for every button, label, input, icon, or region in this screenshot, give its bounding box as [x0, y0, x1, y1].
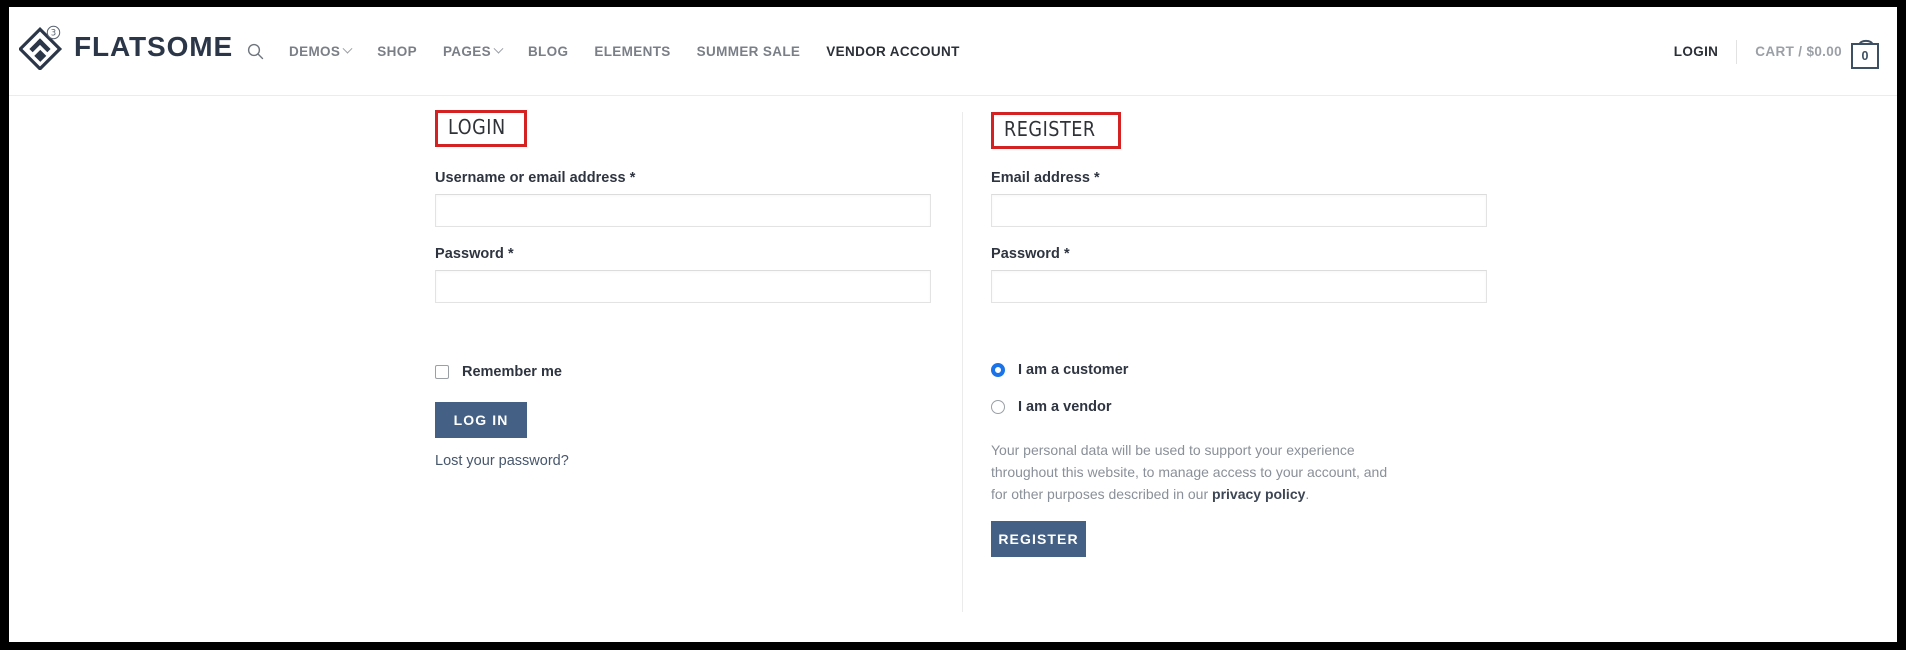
nav-item-label: ELEMENTS	[594, 44, 671, 59]
nav-item-label: DEMOS	[289, 44, 341, 59]
account-type-customer-label: I am a customer	[1018, 362, 1129, 378]
site-header: 3 FLATSOME DEMOS SHOP PAGES BLOG ELEMENT…	[9, 7, 1897, 96]
login-title: LOGIN	[448, 115, 506, 139]
annotation-box-login: LOGIN	[435, 110, 527, 147]
account-page-content: LOGIN Username or email address * Passwo…	[9, 96, 1897, 642]
account-type-customer-radio[interactable]	[991, 363, 1005, 377]
account-type-customer-row[interactable]: I am a customer	[991, 362, 1128, 378]
logo-badge-number: 3	[51, 29, 56, 39]
browser-frame: 3 FLATSOME DEMOS SHOP PAGES BLOG ELEMENT…	[0, 0, 1906, 650]
log-in-button[interactable]: LOG IN	[435, 402, 527, 438]
annotation-box-register: REGISTER	[991, 112, 1122, 149]
nav-item-label: SUMMER SALE	[696, 44, 801, 59]
page-root: 3 FLATSOME DEMOS SHOP PAGES BLOG ELEMENT…	[9, 7, 1897, 642]
column-divider	[962, 112, 963, 612]
search-icon	[247, 43, 264, 60]
email-field-group: Email address *	[991, 170, 1487, 227]
shopping-bag-icon: 0	[1851, 35, 1881, 69]
brand-name: FLATSOME	[74, 31, 234, 62]
nav-item-label: SHOP	[377, 44, 417, 59]
login-password-input[interactable]	[435, 270, 931, 303]
cart-total-label: CART / $0.00	[1755, 44, 1842, 59]
register-password-field-group: Password *	[991, 246, 1487, 303]
flatsome-diamond-logo-icon: 3	[19, 25, 63, 70]
privacy-policy-text: Your personal data will be used to suppo…	[991, 442, 1388, 503]
register-title: REGISTER	[1004, 117, 1096, 141]
account-type-vendor-label: I am a vendor	[1018, 399, 1112, 415]
account-type-vendor-row[interactable]: I am a vendor	[991, 399, 1128, 415]
nav-item-elements[interactable]: ELEMENTS	[581, 44, 683, 59]
remember-me-label: Remember me	[462, 364, 562, 380]
nav-item-label: BLOG	[527, 44, 569, 59]
login-password-field-group: Password *	[435, 246, 931, 303]
register-button[interactable]: REGISTER	[991, 521, 1086, 557]
nav-item-blog[interactable]: BLOG	[515, 44, 581, 59]
nav-item-summer-sale[interactable]: SUMMER SALE	[684, 44, 814, 59]
nav-item-demos[interactable]: DEMOS	[276, 43, 364, 59]
nav-item-pages[interactable]: PAGES	[430, 43, 515, 59]
register-password-input[interactable]	[991, 270, 1487, 303]
header-actions: LOGIN CART / $0.00 0	[1656, 7, 1885, 96]
register-password-label: Password *	[991, 246, 1070, 262]
search-button[interactable]	[247, 43, 276, 60]
chevron-down-icon	[493, 43, 504, 54]
privacy-policy-note: Your personal data will be used to suppo…	[991, 439, 1403, 505]
account-type-vendor-radio[interactable]	[991, 400, 1005, 414]
cart-count-badge: 0	[1851, 42, 1879, 69]
email-input[interactable]	[991, 194, 1487, 227]
username-field-group: Username or email address *	[435, 170, 931, 227]
username-label: Username or email address *	[435, 170, 636, 186]
lost-password-link[interactable]: Lost your password?	[435, 453, 569, 469]
cart-button[interactable]: CART / $0.00 0	[1737, 35, 1885, 69]
nav-item-label: PAGES	[442, 44, 491, 59]
remember-me-checkbox[interactable]	[435, 365, 449, 379]
login-password-label: Password *	[435, 246, 514, 262]
chevron-down-icon	[342, 43, 353, 54]
privacy-policy-text-end: .	[1305, 486, 1310, 503]
register-title-annotation: REGISTER	[991, 112, 1122, 149]
remember-me-row[interactable]: Remember me	[435, 364, 562, 380]
account-type-radio-group: I am a customer I am a vendor	[991, 362, 1128, 436]
login-title-annotation: LOGIN	[435, 110, 527, 147]
privacy-policy-link[interactable]: privacy policy	[1212, 486, 1305, 502]
header-login-link[interactable]: LOGIN	[1656, 44, 1737, 59]
nav-item-shop[interactable]: SHOP	[364, 44, 430, 59]
brand-logo[interactable]: 3 FLATSOME	[19, 24, 233, 70]
primary-nav: DEMOS SHOP PAGES BLOG ELEMENTS SUMMER SA…	[247, 7, 973, 96]
nav-item-label: VENDOR ACCOUNT	[826, 44, 960, 59]
username-input[interactable]	[435, 194, 931, 227]
email-label: Email address *	[991, 170, 1100, 186]
nav-item-vendor-account[interactable]: VENDOR ACCOUNT	[813, 44, 972, 59]
